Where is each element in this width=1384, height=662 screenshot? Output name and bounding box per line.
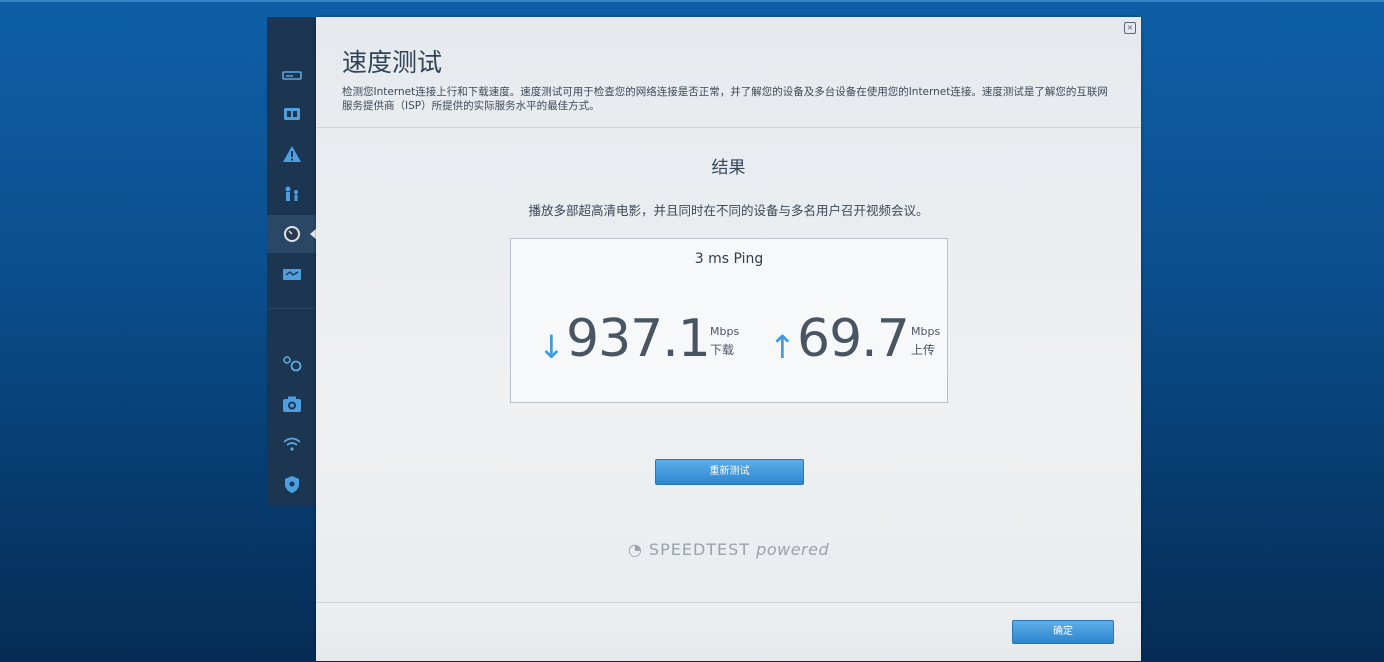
sidebar-item-speedtest[interactable] [267,215,317,253]
top-highlight-line [0,0,1384,2]
connectivity-icon [282,356,301,372]
result-subtitle: 播放多部超高清电影，并且同时在不同的设备与多名用户召开视频会议。 [528,203,929,218]
upload-metric: ↑ 69.7 Mbps 上传 [769,311,945,371]
speedtest-logo-text: SPEEDTEST [648,540,751,559]
page-title: 速度测试 [342,48,443,77]
powered-text: powered [756,540,830,559]
speedtest-branding: ◔ SPEEDTEST powered [316,540,1141,559]
devices-icon [283,108,300,120]
security-shield-icon [284,476,299,493]
external-storage-icon [282,269,301,280]
download-arrow-icon: ↓ [538,328,565,366]
sidebar-item-wifi[interactable] [267,425,316,463]
download-metric: ↓ 937.1 Mbps 下载 [538,309,740,371]
ping-value: 3 ms Ping [694,251,764,267]
sidebar-item-camera[interactable] [267,385,316,423]
upload-label: 上传 [911,343,936,357]
download-unit: Mbps [710,325,740,338]
upload-arrow-icon: ↑ [769,328,796,366]
wifi-icon [282,437,301,451]
sidebar-item-connectivity[interactable] [267,345,316,383]
dialog-footer: 确定 [316,602,1141,661]
result-heading: 结果 [711,158,746,178]
ok-button[interactable]: 确定 [1012,620,1114,644]
parental-controls-icon [285,186,298,201]
sidebar-item-alerts[interactable] [267,135,316,173]
warning-icon [282,146,301,162]
sidebar-item-security[interactable] [267,465,316,503]
result-panel: 3 ms Ping ↓ 937.1 Mbps 下载 ↑ 69.7 Mbps 上传 [510,238,948,403]
speedtest-gauge-icon: ◔ [627,540,643,559]
sidebar-item-parental[interactable] [267,175,316,213]
dialog-header: 速度测试 检测您Internet连接上行和下载速度。速度测试可用于检查您的网络连… [316,17,1141,128]
download-label: 下载 [710,343,735,357]
upload-value: 69.7 [797,309,910,369]
sidebar-item-router[interactable] [267,55,316,93]
upload-unit: Mbps [911,325,941,338]
camera-icon [282,396,301,412]
sidebar-item-storage[interactable] [267,255,316,293]
download-value: 937.1 [566,309,711,369]
speedtest-dialog: × 速度测试 检测您Internet连接上行和下载速度。速度测试可用于检查您的网… [316,17,1141,661]
page-description: 检测您Internet连接上行和下载速度。速度测试可用于检查您的网络连接是否正常… [342,86,1108,112]
retest-button[interactable]: 重新测试 [655,459,804,485]
sidebar-item-devices[interactable] [267,95,316,133]
speedometer-icon [283,226,300,242]
sidebar [267,17,317,506]
sidebar-divider [267,308,316,309]
router-icon [281,71,302,80]
